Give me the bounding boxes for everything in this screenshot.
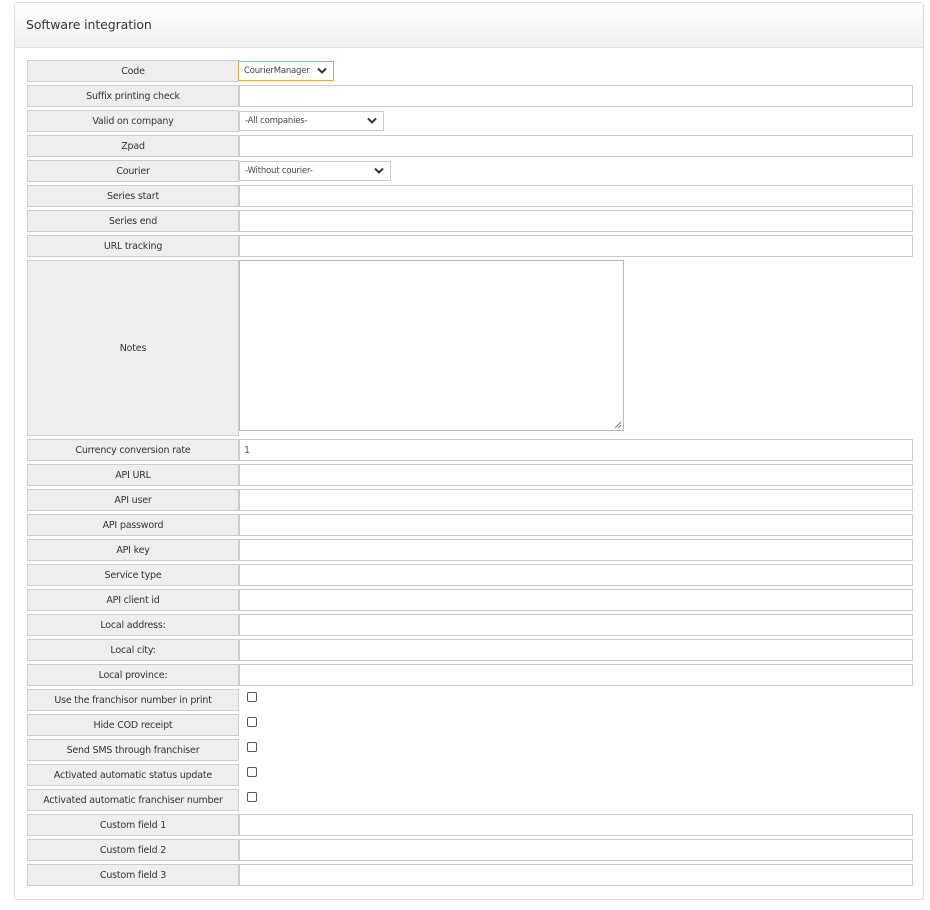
row-api-client-id: API client id: [27, 589, 914, 611]
use-franchisor-number-checkbox[interactable]: [247, 692, 257, 702]
code-select-value: CourierManager: [244, 66, 310, 76]
zpad-label: Zpad: [27, 135, 239, 157]
custom-field-1-input[interactable]: [239, 814, 913, 836]
row-use-franchisor-number: Use the franchisor number in print: [27, 689, 914, 711]
software-integration-panel: Software integration Code CourierManager…: [14, 2, 924, 900]
url-tracking-input[interactable]: [239, 235, 913, 257]
local-address-input[interactable]: [239, 614, 913, 636]
series-end-label: Series end: [27, 210, 239, 232]
row-zpad: Zpad: [27, 135, 914, 157]
row-courier: Courier -Without courier-: [27, 160, 914, 182]
row-api-key: API key: [27, 539, 914, 561]
row-auto-franchiser-number: Activated automatic franchiser number: [27, 789, 914, 811]
custom-field-3-input[interactable]: [239, 864, 913, 886]
row-valid-on-company: Valid on company -All companies-: [27, 110, 914, 132]
row-custom-field-1: Custom field 1: [27, 814, 914, 836]
api-password-input[interactable]: [239, 514, 913, 536]
suffix-printing-check-input[interactable]: [239, 85, 913, 107]
hide-cod-receipt-checkbox[interactable]: [247, 717, 257, 727]
row-api-password: API password: [27, 514, 914, 536]
code-label: Code: [27, 60, 239, 82]
auto-franchiser-number-checkbox[interactable]: [247, 792, 257, 802]
local-city-input[interactable]: [239, 639, 913, 661]
chevron-down-icon: [374, 167, 384, 174]
series-end-input[interactable]: [239, 210, 913, 232]
chevron-down-icon: [317, 67, 327, 74]
api-user-label: API user: [27, 489, 239, 511]
row-api-url: API URL: [27, 464, 914, 486]
integration-form: Code CourierManager Suffix printing chec…: [27, 60, 914, 889]
local-address-label: Local address:: [27, 614, 239, 636]
row-custom-field-2: Custom field 2: [27, 839, 914, 861]
currency-conversion-rate-input[interactable]: 1: [239, 439, 913, 461]
use-franchisor-number-label: Use the franchisor number in print: [27, 689, 239, 711]
local-province-label: Local province:: [27, 664, 239, 686]
series-start-input[interactable]: [239, 185, 913, 207]
custom-field-1-label: Custom field 1: [27, 814, 239, 836]
service-type-input[interactable]: [239, 564, 913, 586]
custom-field-2-input[interactable]: [239, 839, 913, 861]
courier-select-value: -Without courier-: [245, 166, 313, 176]
url-tracking-label: URL tracking: [27, 235, 239, 257]
valid-on-company-value: -All companies-: [245, 116, 308, 126]
panel-title: Software integration: [15, 3, 923, 48]
local-province-input[interactable]: [239, 664, 913, 686]
row-code: Code CourierManager: [27, 60, 914, 82]
valid-on-company-select[interactable]: -All companies-: [239, 111, 384, 131]
api-key-label: API key: [27, 539, 239, 561]
auto-status-update-label: Activated automatic status update: [27, 764, 239, 786]
api-client-id-input[interactable]: [239, 589, 913, 611]
row-series-start: Series start: [27, 185, 914, 207]
custom-field-2-label: Custom field 2: [27, 839, 239, 861]
row-currency-conversion-rate: Currency conversion rate 1: [27, 439, 914, 461]
local-city-label: Local city:: [27, 639, 239, 661]
currency-conversion-rate-label: Currency conversion rate: [27, 439, 239, 461]
resize-grip-icon[interactable]: [614, 421, 622, 429]
row-local-address: Local address:: [27, 614, 914, 636]
notes-label: Notes: [27, 260, 239, 436]
code-select[interactable]: CourierManager: [238, 61, 334, 81]
api-url-input[interactable]: [239, 464, 913, 486]
row-suffix-printing-check: Suffix printing check: [27, 85, 914, 107]
row-local-city: Local city:: [27, 639, 914, 661]
api-url-label: API URL: [27, 464, 239, 486]
hide-cod-receipt-label: Hide COD receipt: [27, 714, 239, 736]
courier-select[interactable]: -Without courier-: [239, 161, 391, 181]
api-user-input[interactable]: [239, 489, 913, 511]
row-send-sms-franchiser: Send SMS through franchiser: [27, 739, 914, 761]
notes-textarea[interactable]: [239, 260, 624, 431]
row-url-tracking: URL tracking: [27, 235, 914, 257]
courier-label: Courier: [27, 160, 239, 182]
auto-status-update-checkbox[interactable]: [247, 767, 257, 777]
send-sms-franchiser-label: Send SMS through franchiser: [27, 739, 239, 761]
zpad-input[interactable]: [239, 135, 913, 157]
row-notes: Notes: [27, 260, 914, 436]
row-auto-status-update: Activated automatic status update: [27, 764, 914, 786]
row-custom-field-3: Custom field 3: [27, 864, 914, 886]
row-series-end: Series end: [27, 210, 914, 232]
send-sms-franchiser-checkbox[interactable]: [247, 742, 257, 752]
row-hide-cod-receipt: Hide COD receipt: [27, 714, 914, 736]
api-password-label: API password: [27, 514, 239, 536]
valid-on-company-label: Valid on company: [27, 110, 239, 132]
api-key-input[interactable]: [239, 539, 913, 561]
service-type-label: Service type: [27, 564, 239, 586]
row-local-province: Local province:: [27, 664, 914, 686]
auto-franchiser-number-label: Activated automatic franchiser number: [27, 789, 239, 811]
row-service-type: Service type: [27, 564, 914, 586]
chevron-down-icon: [367, 117, 377, 124]
api-client-id-label: API client id: [27, 589, 239, 611]
row-api-user: API user: [27, 489, 914, 511]
custom-field-3-label: Custom field 3: [27, 864, 239, 886]
suffix-printing-check-label: Suffix printing check: [27, 85, 239, 107]
series-start-label: Series start: [27, 185, 239, 207]
